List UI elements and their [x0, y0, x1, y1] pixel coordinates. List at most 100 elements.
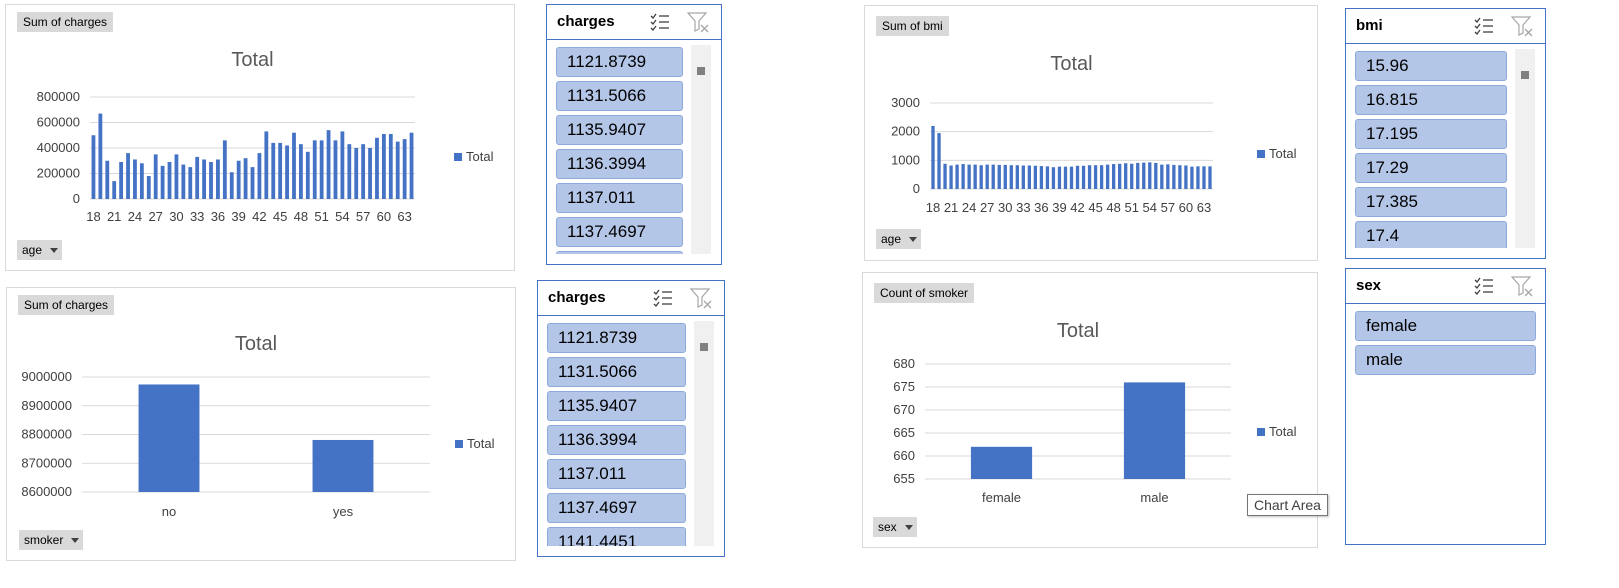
bar[interactable] [146, 176, 151, 199]
slicer-item[interactable]: 1131.5066 [556, 81, 683, 111]
bar[interactable] [1003, 164, 1007, 189]
bar[interactable] [937, 133, 941, 189]
bar[interactable] [970, 446, 1033, 479]
axis-field-dropdown[interactable]: sex [873, 517, 917, 537]
bar[interactable] [139, 163, 144, 199]
bar[interactable] [1093, 165, 1098, 189]
bar[interactable] [1045, 166, 1050, 189]
bar[interactable] [1021, 165, 1025, 189]
bar[interactable] [1202, 166, 1206, 189]
bar[interactable] [1015, 165, 1019, 189]
bar[interactable] [119, 162, 124, 199]
bar[interactable] [1057, 166, 1062, 189]
bar[interactable] [340, 131, 345, 199]
bar[interactable] [250, 167, 255, 199]
bar[interactable] [299, 144, 303, 199]
bar[interactable] [1111, 164, 1116, 189]
bar[interactable] [181, 164, 186, 199]
bar[interactable] [1081, 165, 1086, 189]
bar[interactable] [229, 172, 234, 199]
bar[interactable] [388, 133, 393, 199]
bar[interactable] [167, 162, 172, 199]
scrollbar-thumb[interactable] [697, 67, 705, 75]
slicer-item[interactable]: female [1355, 311, 1536, 341]
slicer-item[interactable]: 1121.8739 [556, 47, 683, 77]
bar[interactable] [112, 181, 117, 199]
slicer-scrollbar[interactable] [691, 45, 711, 254]
bar[interactable] [1118, 163, 1122, 189]
chart-panel-charges-by-age[interactable]: Sum of charges Total 0 200000 400000 600000 8… [5, 4, 515, 271]
bar[interactable] [368, 148, 372, 199]
bar[interactable] [1184, 165, 1188, 189]
bar[interactable] [949, 165, 953, 189]
bar[interactable] [209, 162, 213, 199]
bar[interactable] [1190, 166, 1194, 189]
bar[interactable] [395, 141, 400, 199]
multi-select-icon[interactable] [649, 11, 671, 33]
bar[interactable] [1033, 165, 1038, 189]
bar[interactable] [202, 159, 206, 199]
slicer-item[interactable]: 17.385 [1355, 187, 1507, 217]
scrollbar-thumb[interactable] [1521, 71, 1529, 79]
bar[interactable] [1124, 163, 1128, 189]
bar[interactable] [1087, 165, 1092, 189]
bar[interactable] [160, 165, 165, 199]
slicer-scrollbar[interactable] [694, 321, 714, 546]
bar[interactable] [361, 144, 366, 199]
slicer-item[interactable]: 1141.4451 [547, 527, 686, 546]
slicer-charges-bottom[interactable]: charges 1121.8739 1131.5066 1135.9407 1136.3… [537, 280, 725, 557]
chart-panel-bmi-by-age[interactable]: Sum of bmi Total 0 1000 2000 3000 18 21 24 27 30 3… [864, 5, 1318, 261]
multi-select-icon[interactable] [1473, 275, 1495, 297]
bar[interactable] [312, 439, 374, 492]
bar[interactable] [222, 140, 227, 199]
bar[interactable] [931, 125, 935, 189]
slicer-item[interactable]: 1135.9407 [556, 115, 683, 145]
bar[interactable] [402, 139, 407, 199]
slicer-item[interactable]: 1141.4451 [556, 251, 683, 254]
bar[interactable] [271, 142, 276, 199]
bar[interactable] [1099, 165, 1104, 189]
bar[interactable] [278, 142, 283, 199]
bar[interactable] [943, 163, 947, 189]
bar[interactable] [961, 164, 965, 189]
bar[interactable] [1178, 165, 1182, 189]
multi-select-icon[interactable] [1473, 15, 1495, 37]
bar[interactable] [1136, 162, 1140, 189]
bar[interactable] [1166, 164, 1170, 189]
chart-panel-charges-by-smoker[interactable]: Sum of charges Total 8600000 8700000 880000… [6, 287, 516, 561]
slicer-item[interactable]: 16.815 [1355, 85, 1507, 115]
slicer-item[interactable]: 1137.4697 [547, 493, 686, 523]
bar[interactable] [285, 145, 289, 199]
bar[interactable] [1172, 164, 1176, 189]
slicer-item[interactable]: male [1355, 345, 1536, 375]
slicer-scrollbar[interactable] [1515, 49, 1535, 248]
slicer-item[interactable]: 17.4 [1355, 221, 1507, 248]
axis-field-dropdown[interactable]: smoker [19, 530, 84, 550]
bar[interactable] [105, 160, 110, 199]
bar[interactable] [1105, 164, 1110, 189]
bar[interactable] [133, 159, 137, 199]
clear-filter-icon[interactable] [689, 287, 712, 309]
clear-filter-icon[interactable] [1510, 15, 1533, 37]
bar[interactable] [264, 131, 269, 199]
slicer-item[interactable]: 1137.011 [556, 183, 683, 213]
slicer-sex[interactable]: sex female male [1345, 268, 1546, 545]
bar[interactable] [126, 153, 130, 199]
bar[interactable] [1154, 162, 1158, 189]
bar[interactable] [955, 164, 959, 189]
bar[interactable] [381, 133, 386, 199]
slicer-bmi[interactable]: bmi 15.96 16.815 17.195 17.29 17.385 17.4 [1345, 8, 1546, 259]
bar[interactable] [1075, 165, 1080, 189]
clear-filter-icon[interactable] [686, 11, 709, 33]
bar[interactable] [985, 164, 989, 189]
bar[interactable] [1069, 166, 1074, 189]
bar[interactable] [243, 158, 248, 199]
slicer-item[interactable]: 17.195 [1355, 119, 1507, 149]
bar[interactable] [1196, 166, 1200, 189]
bar[interactable] [153, 154, 158, 199]
bar[interactable] [333, 140, 338, 199]
clear-filter-icon[interactable] [1510, 275, 1533, 297]
slicer-item[interactable]: 17.29 [1355, 153, 1507, 183]
bar[interactable] [305, 151, 310, 199]
bar[interactable] [312, 140, 317, 199]
